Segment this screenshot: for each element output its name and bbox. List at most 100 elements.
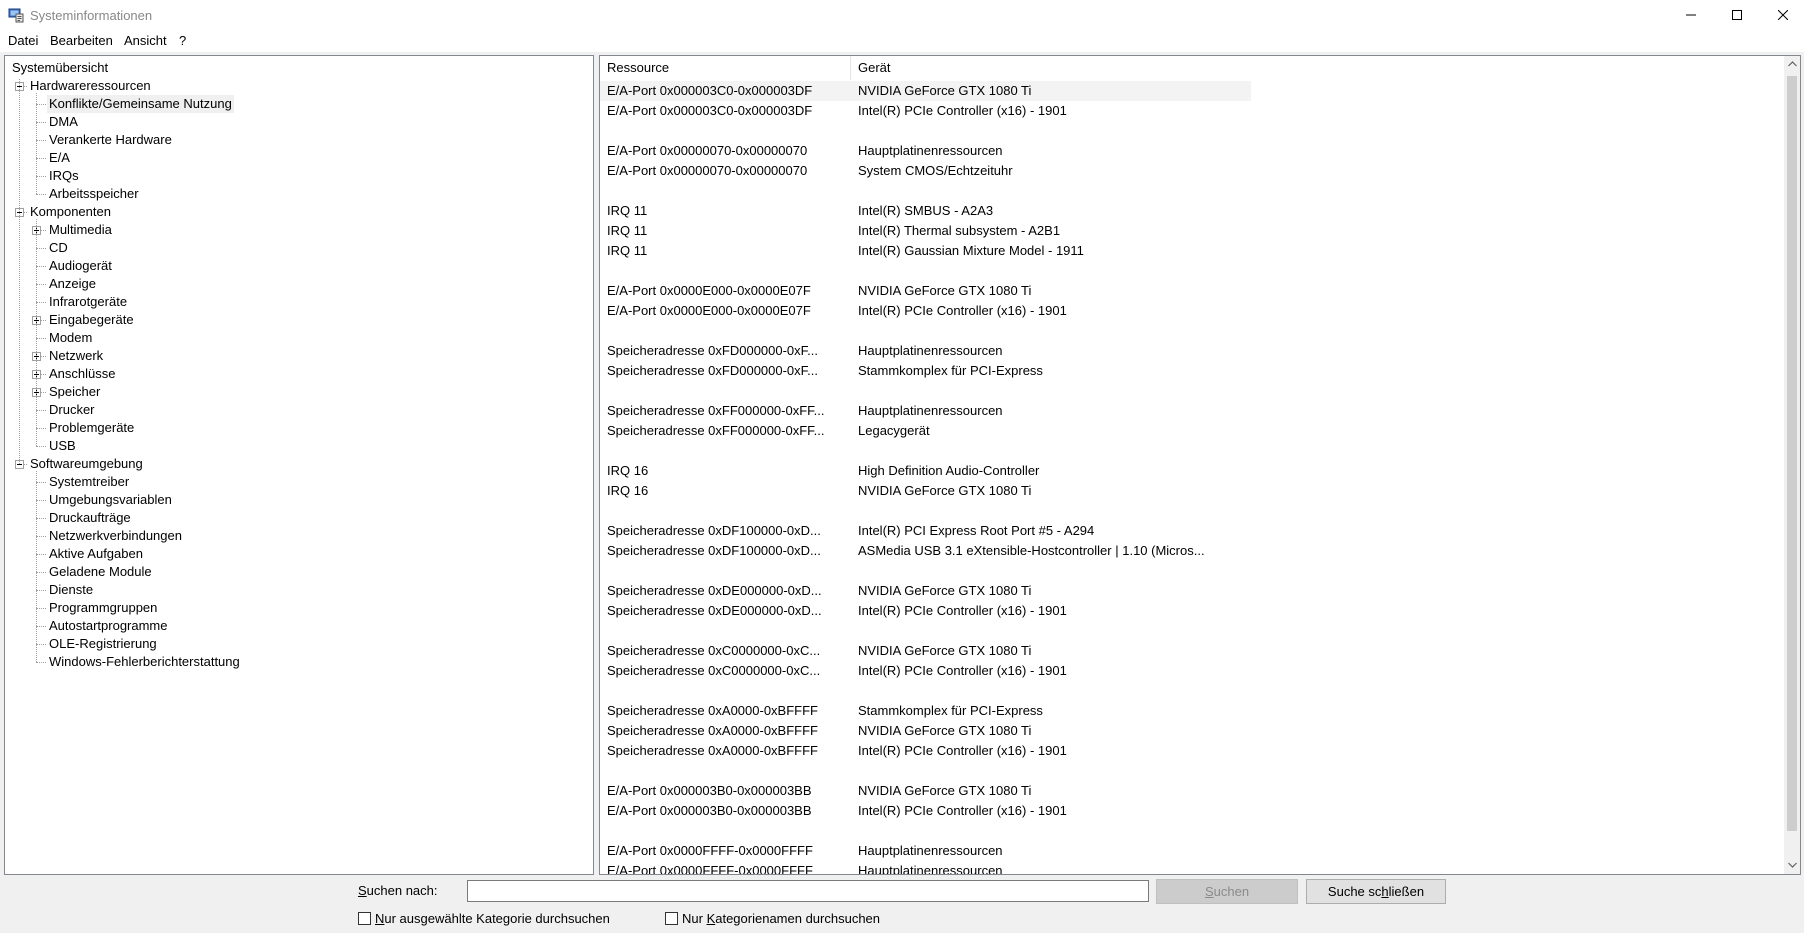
tree-item[interactable]: Netzwerk [5, 347, 593, 365]
table-row[interactable] [600, 621, 1784, 641]
tree-item[interactable]: Multimedia [5, 221, 593, 239]
tree-item-label[interactable]: Verankerte Hardware [47, 131, 174, 149]
tree-item[interactable]: Systemübersicht [5, 59, 593, 77]
tree-item-label[interactable]: Umgebungsvariablen [47, 491, 174, 509]
table-row[interactable]: E/A-Port 0x0000E000-0x0000E07F Intel(R) P… [600, 301, 1784, 321]
tree-item[interactable]: Infrarotgeräte [5, 293, 593, 311]
table-row[interactable]: E/A-Port 0x000003C0-0x000003DF NVIDIA GeF… [600, 81, 1784, 101]
tree-item[interactable]: Verankerte Hardware [5, 131, 593, 149]
category-tree-pane[interactable]: Systemübersicht Hardwareressourcen Konflik… [4, 55, 594, 875]
tree-item-label[interactable]: Autostartprogramme [47, 617, 170, 635]
tree-item-label[interactable]: IRQs [47, 167, 81, 185]
table-row[interactable] [600, 501, 1784, 521]
table-row[interactable]: Speicheradresse 0xA0000-0xBFFFF NVIDIA Ge… [600, 721, 1784, 741]
tree-item-label[interactable]: Arbeitsspeicher [47, 185, 141, 203]
search-selected-category-option[interactable]: Nur ausgewählte Kategorie durchsuchen [358, 910, 610, 926]
table-row[interactable]: E/A-Port 0x000003B0-0x000003BB Intel(R) P… [600, 801, 1784, 821]
tree-item-label[interactable]: CD [47, 239, 70, 257]
scroll-up-icon[interactable] [1784, 56, 1800, 73]
tree-item[interactable]: Arbeitsspeicher [5, 185, 593, 203]
table-row[interactable]: Speicheradresse 0xDF100000-0xD... ASMedia… [600, 541, 1784, 561]
table-row[interactable]: Speicheradresse 0xA0000-0xBFFFF Intel(R) … [600, 741, 1784, 761]
close-search-button[interactable]: Suche schließen [1306, 879, 1446, 904]
scroll-down-icon[interactable] [1784, 857, 1800, 874]
table-row[interactable]: E/A-Port 0x000003B0-0x000003BB NVIDIA GeF… [600, 781, 1784, 801]
table-row[interactable]: Speicheradresse 0xDE000000-0xD... NVIDIA … [600, 581, 1784, 601]
tree-item[interactable]: CD [5, 239, 593, 257]
tree-item[interactable]: DMA [5, 113, 593, 131]
table-row[interactable] [600, 321, 1784, 341]
tree-item-label[interactable]: Programmgruppen [47, 599, 159, 617]
table-row[interactable]: Speicheradresse 0xC0000000-0xC... Intel(R… [600, 661, 1784, 681]
tree-item[interactable]: Windows-Fehlerberichterstattung [5, 653, 593, 671]
menu-view[interactable]: Ansicht [124, 32, 167, 49]
table-row[interactable]: Speicheradresse 0xFD000000-0xF... Stammko… [600, 361, 1784, 381]
tree-item[interactable]: Aktive Aufgaben [5, 545, 593, 563]
tree-item-label[interactable]: Hardwareressourcen [28, 77, 153, 95]
table-row[interactable] [600, 121, 1784, 141]
tree-item[interactable]: Modem [5, 329, 593, 347]
tree-item-label[interactable]: Anzeige [47, 275, 98, 293]
tree-item-label[interactable]: Eingabegeräte [47, 311, 136, 329]
table-row[interactable]: Speicheradresse 0xFF000000-0xFF... Hauptp… [600, 401, 1784, 421]
table-row[interactable] [600, 441, 1784, 461]
column-header-device[interactable]: Gerät [851, 56, 1251, 80]
tree-item-label[interactable]: E/A [47, 149, 72, 167]
tree-item-label[interactable]: Druckaufträge [47, 509, 133, 527]
tree-item[interactable]: Hardwareressourcen [5, 77, 593, 95]
tree-item-label[interactable]: Dienste [47, 581, 95, 599]
table-row[interactable]: Speicheradresse 0xDE000000-0xD... Intel(R… [600, 601, 1784, 621]
tree-item-label[interactable]: Modem [47, 329, 94, 347]
tree-item[interactable]: Programmgruppen [5, 599, 593, 617]
tree-item[interactable]: Systemtreiber [5, 473, 593, 491]
minimize-button[interactable] [1668, 0, 1714, 30]
tree-item[interactable]: Speicher [5, 383, 593, 401]
tree-item-label[interactable]: Komponenten [28, 203, 113, 221]
table-row[interactable]: IRQ 16 High Definition Audio-Controller [600, 461, 1784, 481]
table-row[interactable]: E/A-Port 0x0000FFFF-0x0000FFFF Hauptplati… [600, 861, 1784, 874]
tree-item-label[interactable]: USB [47, 437, 78, 455]
tree-item[interactable]: Komponenten [5, 203, 593, 221]
details-list-pane[interactable]: Ressource Gerät E/A-Port 0x000003C0-0x00… [599, 55, 1801, 875]
tree-item-label[interactable]: Geladene Module [47, 563, 154, 581]
table-row[interactable]: E/A-Port 0x000003C0-0x000003DF Intel(R) P… [600, 101, 1784, 121]
table-row[interactable] [600, 761, 1784, 781]
tree-item[interactable]: Softwareumgebung [5, 455, 593, 473]
tree-item-label[interactable]: Netzwerk [47, 347, 105, 365]
tree-item[interactable]: Anschlüsse [5, 365, 593, 383]
tree-item-label[interactable]: Softwareumgebung [28, 455, 145, 473]
table-row[interactable]: Speicheradresse 0xC0000000-0xC... NVIDIA … [600, 641, 1784, 661]
table-row[interactable]: E/A-Port 0x00000070-0x00000070 Hauptplati… [600, 141, 1784, 161]
table-row[interactable]: Speicheradresse 0xDF100000-0xD... Intel(R… [600, 521, 1784, 541]
maximize-button[interactable] [1714, 0, 1760, 30]
table-row[interactable] [600, 261, 1784, 281]
column-header-resource[interactable]: Ressource [600, 56, 851, 80]
tree-item[interactable]: Konflikte/Gemeinsame Nutzung [5, 95, 593, 113]
tree-item-label[interactable]: Audiogerät [47, 257, 114, 275]
tree-item[interactable]: USB [5, 437, 593, 455]
table-row[interactable]: IRQ 16 NVIDIA GeForce GTX 1080 Ti [600, 481, 1784, 501]
tree-item-label[interactable]: Anschlüsse [47, 365, 117, 383]
table-row[interactable] [600, 181, 1784, 201]
table-row[interactable]: E/A-Port 0x0000E000-0x0000E07F NVIDIA GeF… [600, 281, 1784, 301]
tree-item[interactable]: Druckaufträge [5, 509, 593, 527]
table-row[interactable]: Speicheradresse 0xA0000-0xBFFFF Stammkomp… [600, 701, 1784, 721]
table-row[interactable] [600, 381, 1784, 401]
tree-item-label[interactable]: Multimedia [47, 221, 114, 239]
search-selected-category-checkbox[interactable] [358, 911, 371, 925]
tree-item-label[interactable]: Systemübersicht [10, 59, 110, 77]
tree-item-label[interactable]: OLE-Registrierung [47, 635, 159, 653]
table-row[interactable]: IRQ 11 Intel(R) SMBUS - A2A3 [600, 201, 1784, 221]
close-button[interactable] [1760, 0, 1804, 30]
tree-item-label[interactable]: Netzwerkverbindungen [47, 527, 184, 545]
search-category-names-option[interactable]: Nur Kategorienamen durchsuchen [665, 910, 880, 926]
tree-item[interactable]: Audiogerät [5, 257, 593, 275]
tree-item[interactable]: OLE-Registrierung [5, 635, 593, 653]
table-row[interactable]: IRQ 11 Intel(R) Gaussian Mixture Model - … [600, 241, 1784, 261]
table-row[interactable] [600, 681, 1784, 701]
tree-item[interactable]: Drucker [5, 401, 593, 419]
tree-item[interactable]: Autostartprogramme [5, 617, 593, 635]
tree-item[interactable]: Eingabegeräte [5, 311, 593, 329]
menu-help[interactable]: ? [179, 32, 186, 49]
table-row[interactable]: Speicheradresse 0xFD000000-0xF... Hauptpl… [600, 341, 1784, 361]
